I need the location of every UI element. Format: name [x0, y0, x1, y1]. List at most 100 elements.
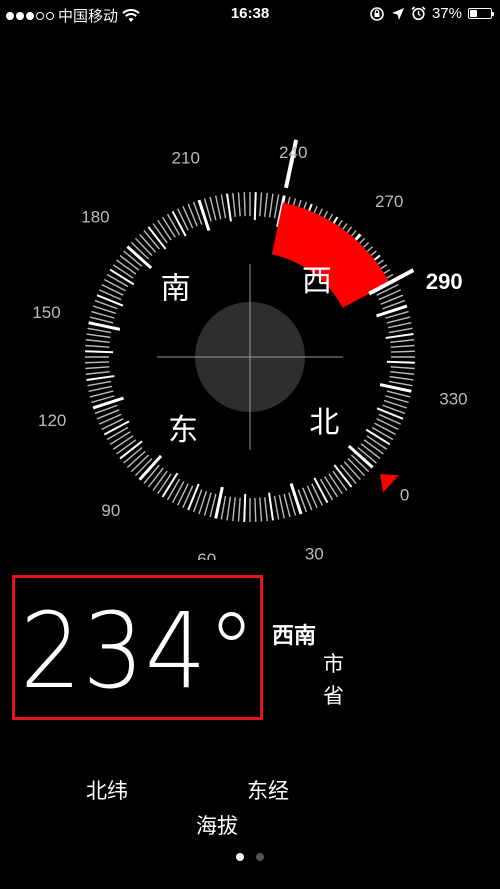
latitude-label: 北纬 [86, 780, 128, 803]
compass-tick [259, 497, 263, 522]
compass-tick [215, 195, 222, 220]
compass-tick [278, 494, 285, 519]
compass-tick [96, 294, 124, 307]
compass-tick [87, 327, 112, 334]
altitude-label: 海拔 [196, 815, 238, 838]
compass-tick [177, 208, 189, 231]
location-province: 省 [323, 685, 344, 708]
compass-tick [253, 192, 257, 221]
compass-number: 270 [375, 192, 403, 211]
compass-tick [116, 439, 137, 455]
longitude-label: 东经 [247, 780, 289, 803]
compass-tick [161, 216, 176, 238]
compass-number: 30 [305, 544, 324, 560]
compass-tick [306, 485, 318, 509]
compass-tick [387, 322, 412, 329]
compass-tick [134, 237, 153, 257]
compass-tick [197, 199, 211, 231]
compass-tick [389, 375, 414, 381]
page-dot[interactable] [256, 853, 264, 861]
compass-number: 90 [101, 501, 120, 520]
compass-number: 150 [32, 303, 60, 322]
compass-tick [220, 495, 227, 520]
compass-tick [226, 496, 232, 521]
compass-tick [363, 439, 384, 455]
compass-number: 60 [197, 550, 216, 560]
compass-tick [388, 327, 413, 334]
compass-tick [85, 371, 110, 375]
compass-tick [324, 476, 339, 498]
compass-dial[interactable]: 290 0 30 60 90 120 150 180 210 240 270 330 北 东 南 西 [0, 0, 500, 560]
compass-tick [143, 230, 160, 250]
compass-tick [109, 431, 131, 446]
compass-tick [152, 470, 168, 491]
compass-tick [166, 213, 181, 236]
compass-tick [209, 493, 217, 518]
compass-tick [289, 483, 303, 515]
compass-svg: 290 0 30 60 90 120 150 180 210 240 270 330 北 东 南 西 [32, 139, 468, 560]
compass-tick [273, 194, 280, 219]
compass-tick [171, 210, 187, 237]
compass-tick [119, 254, 140, 271]
compass-tick [177, 483, 189, 506]
compass-tick [237, 497, 241, 522]
compass-tick [390, 344, 415, 348]
compass-tick [343, 461, 361, 481]
compass-tick [166, 478, 181, 501]
compass-tick [87, 380, 112, 387]
compass-tick [209, 196, 217, 221]
compass-tick [88, 321, 121, 331]
cardinal-west: 西 [302, 264, 332, 299]
compass-tick [273, 495, 280, 520]
compass-tick [187, 483, 200, 511]
compass-tick [85, 350, 114, 354]
heading-degrees: 234° [20, 590, 257, 712]
compass-tick [171, 481, 185, 504]
compass-tick [98, 413, 122, 425]
compass-tick [89, 390, 114, 398]
compass-number: 0 [400, 486, 409, 505]
compass-tick [376, 418, 399, 430]
compass-tick [360, 443, 381, 460]
compass-tick [232, 497, 236, 522]
compass-tick [340, 464, 357, 484]
compass-tick [376, 304, 408, 318]
north-pointer-icon [380, 474, 399, 493]
compass-tick [390, 350, 415, 353]
compass-tick [366, 435, 388, 450]
compass-tick [220, 194, 227, 219]
compass-tick [268, 193, 274, 218]
compass-tick [347, 457, 366, 477]
compass-tick [374, 422, 397, 436]
compass-tick [106, 273, 129, 288]
compass-tick [313, 477, 329, 504]
location-city: 市 [323, 653, 344, 676]
compass-tick [390, 371, 415, 375]
compass-tick [283, 493, 291, 518]
compass-tick [103, 278, 126, 292]
compass-tick [237, 192, 241, 217]
compass-tick [378, 289, 402, 301]
compass-tick [86, 333, 111, 339]
compass-tick [332, 470, 348, 491]
compass-tick [85, 361, 110, 364]
page-dot[interactable] [236, 853, 244, 861]
compass-tick [85, 344, 110, 348]
compass-tick [376, 407, 404, 420]
cardinal-north: 北 [309, 405, 339, 440]
compass-tick [319, 478, 334, 501]
compass-tick [371, 426, 394, 441]
compass-tick [116, 259, 137, 275]
compass-tick [112, 435, 134, 450]
compass-tick [243, 493, 247, 522]
page-indicator[interactable] [0, 853, 500, 861]
compass-tick [264, 497, 268, 522]
compass-tick [226, 193, 232, 222]
compass-tick [89, 316, 114, 324]
compass-tick [254, 497, 257, 522]
compass-tick [85, 366, 110, 370]
compass-tick [101, 418, 124, 430]
compass-tick [390, 366, 415, 370]
compass-tick [92, 396, 124, 410]
compass-tick [103, 420, 130, 436]
